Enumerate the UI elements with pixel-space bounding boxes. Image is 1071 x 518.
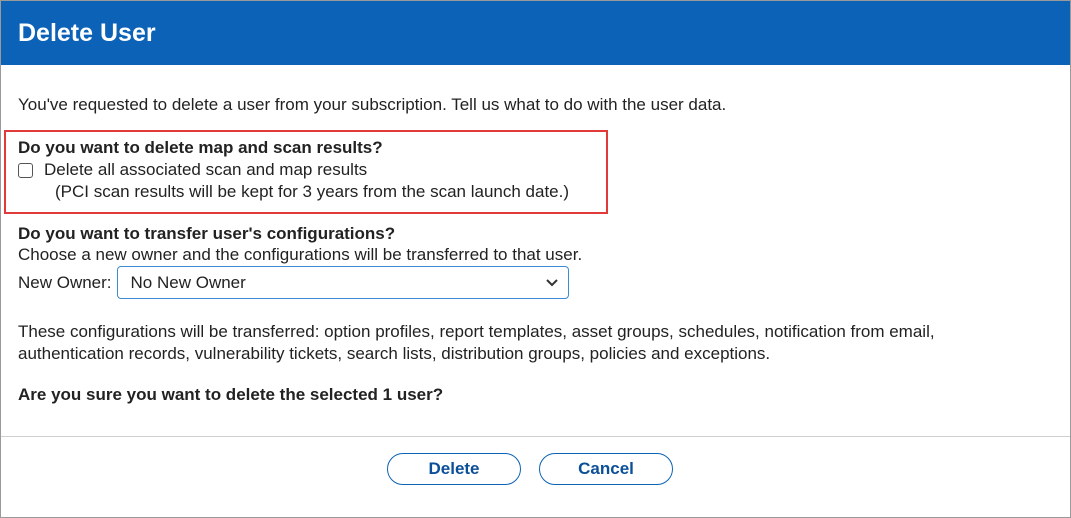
new-owner-select[interactable]: No New Owner <box>116 266 569 299</box>
delete-scan-results-option[interactable]: Delete all associated scan and map resul… <box>18 160 367 180</box>
intro-text: You've requested to delete a user from y… <box>18 95 727 114</box>
new-owner-label: New Owner: <box>18 272 112 292</box>
delete-scan-results-label: Delete all associated scan and map resul… <box>44 160 368 179</box>
delete-confirm-question: Are you sure you want to delete the sele… <box>18 385 444 404</box>
delete-scan-results-checkbox[interactable] <box>18 162 33 178</box>
transfer-configurations-list: These configurations will be transferred… <box>18 322 935 363</box>
pci-retention-note: (PCI scan results will be kept for 3 yea… <box>55 182 570 201</box>
cancel-button[interactable]: Cancel <box>539 453 673 485</box>
new-owner-row: New Owner: No New Owner <box>18 266 569 299</box>
dialog-header: Delete User <box>1 1 1070 65</box>
transfer-config-description: Choose a new owner and the configuration… <box>18 245 583 264</box>
scan-results-question: Do you want to delete map and scan resul… <box>18 138 383 157</box>
transfer-config-question: Do you want to transfer user's configura… <box>18 224 396 243</box>
footer-divider <box>1 436 1070 437</box>
chevron-down-icon <box>545 278 558 286</box>
delete-button[interactable]: Delete <box>387 453 521 485</box>
dialog-title: Delete User <box>18 18 156 47</box>
new-owner-selected-value: No New Owner <box>130 272 246 292</box>
delete-user-dialog: Delete User You've requested to delete a… <box>0 0 1071 518</box>
